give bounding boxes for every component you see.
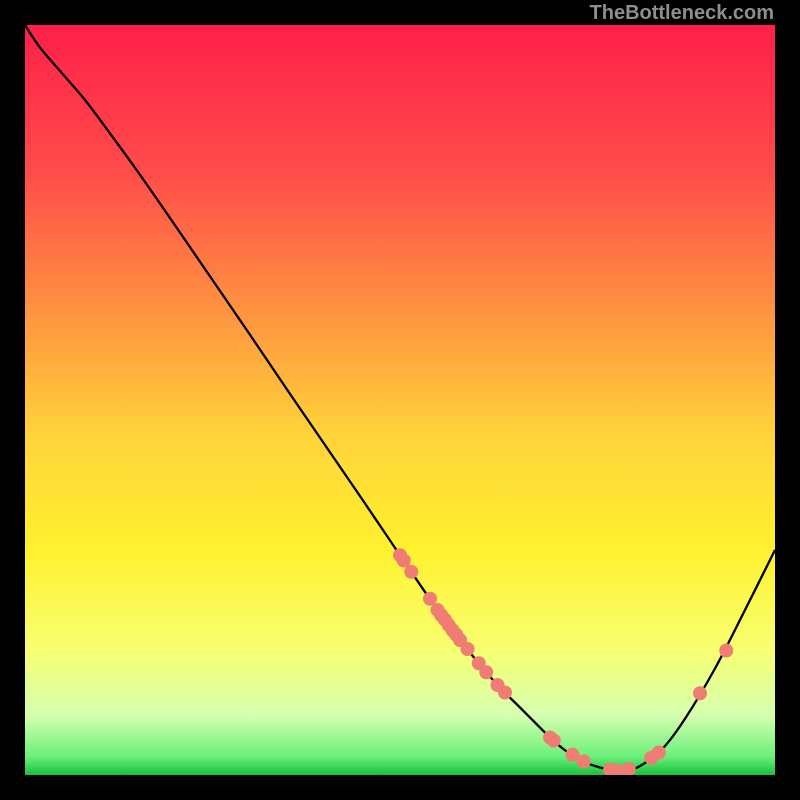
data-point-markers xyxy=(393,548,733,775)
attribution-text: TheBottleneck.com xyxy=(590,2,774,25)
bottleneck-curve xyxy=(25,25,775,771)
data-point xyxy=(479,665,493,679)
data-point xyxy=(622,762,636,775)
data-point xyxy=(719,644,733,658)
data-point xyxy=(652,746,666,760)
data-point xyxy=(404,565,418,579)
data-point xyxy=(547,734,561,748)
data-point xyxy=(461,642,475,656)
data-point xyxy=(577,755,591,769)
curve-layer xyxy=(25,25,775,775)
data-point xyxy=(693,686,707,700)
chart-stage: TheBottleneck.com xyxy=(0,0,800,800)
data-point xyxy=(498,686,512,700)
plot-area xyxy=(25,25,775,775)
